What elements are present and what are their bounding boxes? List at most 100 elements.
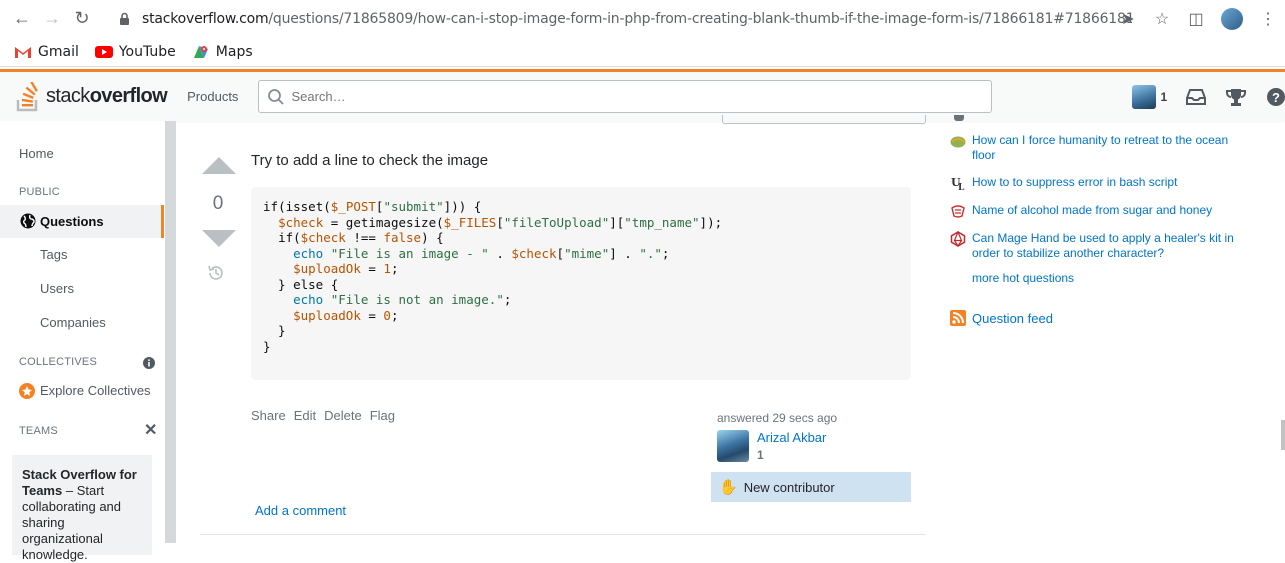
hot-question-title: Name of alcohol made from sugar and hone… [972, 203, 1213, 217]
flag-link[interactable]: Flag [370, 408, 395, 423]
left-sidebar: Home PUBLIC Questions Tags Users Compani… [0, 121, 164, 562]
nav-section-public: PUBLIC [19, 186, 60, 198]
history-icon[interactable] [206, 263, 226, 283]
forward-icon[interactable]: → [40, 7, 64, 31]
bookmark-maps[interactable]: Maps [192, 44, 253, 60]
star-icon[interactable]: ☆ [1153, 9, 1171, 29]
worldbuilding-icon [950, 133, 966, 149]
nav-tags[interactable]: Tags [40, 247, 67, 262]
svg-text:L: L [958, 183, 965, 191]
wave-hand-icon: ✋ [719, 478, 738, 496]
gmail-icon [15, 46, 31, 58]
hot-question-item[interactable]: UL How to to suppress error in bash scri… [950, 175, 1242, 191]
author-avatar[interactable] [717, 430, 749, 462]
hot-question-item[interactable]: Name of alcohol made from sugar and hone… [950, 203, 1242, 219]
reputation-count: 1 [1160, 89, 1168, 104]
answer-divider [200, 534, 926, 535]
author-reputation: 1 [757, 448, 764, 462]
logo-text-bold: overflow [89, 85, 168, 107]
vote-count: 0 [212, 193, 224, 214]
hot-question-item[interactable]: How can I force humanity to retreat to t… [950, 133, 1242, 163]
nav-questions-label: Questions [40, 214, 104, 229]
answer-post: 0 Try to add a line to check the image i… [200, 115, 926, 543]
bookmark-label: Maps [215, 43, 253, 60]
sidebar-divider [165, 121, 176, 543]
logo-text: stackoverflow [46, 85, 168, 108]
bookmark-gmail[interactable]: Gmail [14, 44, 79, 60]
post-menu: Share Edit Delete Flag [251, 408, 395, 423]
hot-question-item[interactable]: Can Mage Hand be used to apply a healer'… [950, 231, 1242, 261]
top-icons: 1 ? [1132, 84, 1285, 109]
rss-icon [950, 310, 966, 326]
nav-explore-collectives[interactable]: Explore Collectives [40, 383, 151, 398]
upvote-button[interactable] [202, 157, 236, 174]
nav-users[interactable]: Users [40, 281, 74, 296]
question-feed-link[interactable]: Question feed [950, 310, 1053, 326]
hot-question-title: How can I force humanity to retreat to t… [972, 133, 1229, 162]
svg-text:?: ? [1272, 90, 1280, 105]
new-contributor-label: New contributor [743, 479, 835, 495]
inbox-icon[interactable] [1185, 86, 1207, 108]
edit-link[interactable]: Edit [294, 408, 316, 423]
bookmarks-bar: Gmail YouTube Maps [0, 37, 1285, 67]
bookmark-label: YouTube [118, 43, 176, 60]
youtube-icon [94, 45, 113, 58]
side-panel-icon[interactable]: ◫ [1187, 9, 1205, 29]
url-domain: stackoverflow.com [142, 10, 269, 27]
answer-body: Try to add a line to check the image [251, 152, 489, 169]
rpg-icon [950, 231, 966, 247]
unix-icon: UL [950, 175, 966, 191]
collectives-icon [19, 383, 35, 399]
reload-icon[interactable]: ↻ [70, 7, 94, 31]
bookmark-label: Gmail [38, 43, 79, 60]
hot-question-title: Can Mage Hand be used to apply a healer'… [972, 231, 1234, 260]
achievements-trophy-icon[interactable] [1225, 86, 1247, 108]
so-header: stackoverflow Products 1 ? [0, 69, 1285, 121]
products-link[interactable]: Products [187, 83, 238, 110]
send-icon[interactable]: ➤ [1119, 9, 1137, 29]
downvote-button[interactable] [202, 230, 236, 247]
address-bar[interactable]: stackoverflow.com/questions/71865809/how… [108, 0, 1285, 37]
logo-text-light: stack [46, 85, 90, 107]
nav-section-collectives: COLLECTIVES [19, 356, 98, 368]
stack-logo-icon [16, 81, 38, 111]
user-avatar-small [1132, 84, 1157, 109]
search-icon [268, 88, 285, 105]
close-icon[interactable]: ✕ [144, 420, 157, 440]
previous-element-edge [722, 115, 926, 124]
menu-kebab-icon[interactable]: ⋮ [1259, 9, 1277, 29]
new-contributor-badge[interactable]: ✋ New contributor [711, 472, 911, 502]
answered-time: answered 29 secs ago [717, 411, 838, 425]
bookmark-youtube[interactable]: YouTube [94, 43, 176, 60]
nav-home[interactable]: Home [19, 146, 54, 161]
nav-companies[interactable]: Companies [40, 315, 106, 330]
so-logo[interactable]: stackoverflow [16, 81, 168, 112]
hot-question-title: How to to suppress error in bash script [972, 175, 1178, 189]
code-block: if(isset($_POST["submit"])) { $check = g… [251, 187, 911, 380]
globe-icon [20, 213, 36, 229]
clipped-icon [954, 115, 964, 121]
search-box[interactable] [258, 80, 993, 113]
cooking-icon [950, 203, 966, 219]
author-name[interactable]: Arizal Akbar [757, 430, 826, 445]
teams-promo: Stack Overflow for Teams – Start collabo… [12, 455, 152, 562]
search-input[interactable] [291, 89, 992, 104]
nav-section-teams: TEAMS [19, 425, 58, 437]
url-path: /questions/71865809/how-can-i-stop-image… [268, 10, 1132, 27]
profile-avatar[interactable] [1221, 7, 1243, 30]
url-text: stackoverflow.com/questions/71865809/how… [142, 11, 1132, 27]
lock-icon [116, 11, 132, 27]
add-comment-link[interactable]: Add a comment [255, 503, 346, 518]
browser-actions: ➤ ☆ ◫ ⋮ [1119, 0, 1277, 37]
right-sidebar: How can I force humanity to retreat to t… [950, 115, 1250, 543]
info-icon[interactable] [143, 357, 155, 369]
share-link[interactable]: Share [251, 408, 286, 423]
maps-icon [193, 45, 208, 58]
more-hot-questions-link[interactable]: more hot questions [972, 271, 1074, 285]
scrollbar[interactable] [1281, 420, 1285, 450]
back-icon[interactable]: ← [10, 7, 34, 31]
delete-link[interactable]: Delete [324, 408, 362, 423]
question-feed-label: Question feed [972, 310, 1053, 326]
user-profile-link[interactable]: 1 [1132, 84, 1168, 109]
help-icon[interactable]: ? [1265, 86, 1285, 108]
